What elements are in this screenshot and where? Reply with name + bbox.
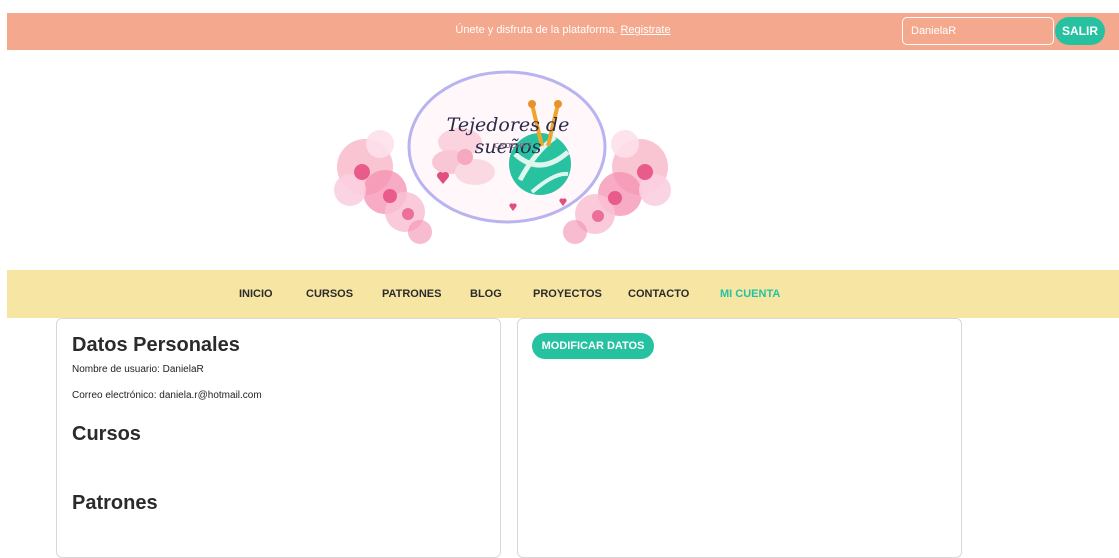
nav-item-blog[interactable]: BLOG bbox=[470, 288, 502, 300]
email-info: Correo electrónico: daniela.r@hotmail.co… bbox=[72, 390, 262, 401]
register-link[interactable]: Registrate bbox=[620, 24, 670, 36]
modify-data-button[interactable]: MODIFICAR DATOS bbox=[532, 333, 654, 359]
nav-item-proyectos[interactable]: PROYECTOS bbox=[533, 288, 602, 300]
courses-heading: Cursos bbox=[72, 423, 141, 445]
personal-data-panel: Datos Personales Nombre de usuario: Dani… bbox=[56, 318, 501, 558]
nav-item-contacto[interactable]: CONTACTO bbox=[628, 288, 689, 300]
logout-button[interactable]: SALIR bbox=[1055, 17, 1105, 45]
logo-title: Tejedores de sueños bbox=[446, 114, 570, 158]
nav-item-cursos[interactable]: CURSOS bbox=[306, 288, 353, 300]
nav-item-inicio[interactable]: INICIO bbox=[239, 288, 273, 300]
nav-item-patrones[interactable]: PATRONES bbox=[382, 288, 442, 300]
site-logo bbox=[334, 70, 671, 244]
personal-data-heading: Datos Personales bbox=[72, 334, 240, 356]
account-actions-panel: MODIFICAR DATOS bbox=[517, 318, 962, 558]
signup-text: Únete y disfruta de la plataforma. bbox=[455, 24, 618, 36]
patterns-heading: Patrones bbox=[72, 492, 158, 514]
main-navigation: INICIO CURSOS PATRONES BLOG PROYECTOS CO… bbox=[7, 270, 1119, 318]
logo-subtitle: CROCHET bbox=[494, 142, 532, 150]
nav-item-mi-cuenta[interactable]: MI CUENTA bbox=[720, 288, 780, 300]
username-field[interactable] bbox=[902, 17, 1054, 45]
username-info: Nombre de usuario: DanielaR bbox=[72, 364, 204, 375]
